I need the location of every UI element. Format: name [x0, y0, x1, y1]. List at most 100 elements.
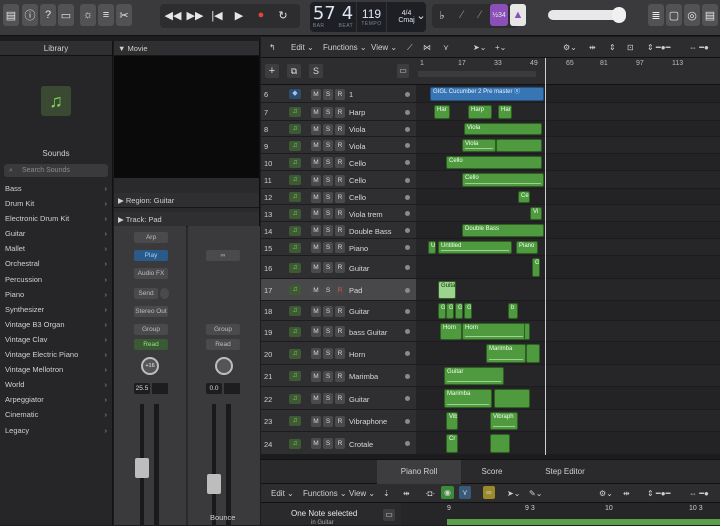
mute-button[interactable]: M [311, 393, 321, 404]
flex-icon[interactable]: ⋈ [423, 41, 431, 54]
track-lane[interactable] [416, 256, 720, 279]
pr-region-bar[interactable] [447, 519, 720, 525]
inspector-button[interactable]: ⓘ [22, 4, 38, 26]
track-lane[interactable] [416, 342, 720, 365]
track-header[interactable]: 17 ♫ M S R Pad [261, 279, 416, 301]
track-lane[interactable] [416, 410, 720, 432]
record-enable-button[interactable]: R [335, 393, 345, 404]
tab-step-editor[interactable]: Step Editor [523, 460, 607, 484]
record-enable-button[interactable]: R [335, 157, 345, 168]
track-name[interactable]: Viola [349, 142, 366, 151]
track-header[interactable]: 6 ◆ M S R 1 [261, 85, 416, 103]
track-header[interactable]: 9 ♫ M S R Viola [261, 137, 416, 154]
record-button[interactable]: ● [250, 4, 272, 26]
region[interactable]: Vibraph [490, 412, 518, 430]
crosshair-tool-icon[interactable]: +⌄ [495, 41, 506, 54]
group-slot[interactable]: Group [134, 324, 168, 335]
track-options-icon[interactable]: ▭ [397, 64, 409, 78]
movie-header[interactable]: ▼ Movie [114, 41, 259, 56]
quick-help-button[interactable]: ? [40, 4, 56, 26]
record-enable-button[interactable]: R [335, 262, 345, 273]
library-item[interactable]: Drum Kit › [0, 196, 112, 211]
play-button[interactable]: ▶ [228, 4, 250, 26]
mute-button[interactable]: M [311, 106, 321, 118]
track-header[interactable]: 12 ♫ M S R Cello [261, 189, 416, 205]
track-lane[interactable] [416, 432, 720, 455]
library-item[interactable]: Electronic Drum Kit › [0, 211, 112, 226]
region[interactable]: G [438, 303, 446, 319]
region[interactable]: Horn [440, 323, 462, 340]
region[interactable]: G [455, 303, 463, 319]
track-header[interactable]: 8 ♫ M S R Viola [261, 121, 416, 137]
mute-button[interactable]: M [311, 88, 321, 100]
edit-menu[interactable]: Edit ⌄ [291, 41, 314, 54]
mute-button[interactable]: M [311, 262, 321, 273]
mute-button[interactable]: M [311, 326, 321, 337]
solo-button[interactable]: S [323, 123, 333, 135]
midi-out-icon[interactable]: ◉ [441, 486, 454, 499]
playhead[interactable] [545, 58, 546, 455]
record-enable-button[interactable]: R [335, 140, 345, 151]
solo-button[interactable]: S [323, 284, 333, 296]
vertical-zoom-slider[interactable]: ⇕ ━●━ [647, 41, 670, 54]
vertical-zoom-icon[interactable]: ⇕ [609, 41, 616, 54]
mute-button[interactable]: M [311, 157, 321, 168]
region[interactable] [490, 434, 510, 453]
pr-waveform-icon[interactable]: ⇹ [623, 487, 630, 500]
region[interactable]: GIGL Cucumber 2 Pre master ⓞ [430, 87, 544, 101]
key-icon[interactable]: ♭ [434, 4, 450, 26]
solo-button[interactable]: S [323, 174, 333, 186]
track-header[interactable]: 21 ♫ M S R Marimba [261, 365, 416, 387]
go-to-start-button[interactable]: |◀ [206, 4, 228, 26]
track-name[interactable]: bass Guitar [349, 328, 387, 337]
add-track-button[interactable]: + [265, 64, 279, 78]
library-item[interactable]: Vintage B3 Organ › [0, 317, 112, 332]
library-item[interactable]: Synthesizer › [0, 302, 112, 317]
track-name[interactable]: Double Bass [349, 227, 392, 236]
timeline-ruler[interactable]: 1 17 33 49 65 81 97 113 [416, 58, 720, 85]
record-enable-button[interactable]: R [335, 208, 345, 219]
solo-button[interactable]: S [323, 348, 333, 359]
track-header[interactable]: 16 ♫ M S R Guitar [261, 256, 416, 279]
record-enable-button[interactable]: R [335, 106, 345, 118]
region[interactable]: Marimba [486, 344, 526, 363]
library-item[interactable]: Guitar › [0, 226, 112, 241]
functions-menu[interactable]: Functions ⌄ [323, 41, 367, 54]
link-icon[interactable]: ∞ [483, 486, 495, 499]
loop-browser-icon[interactable]: ◎ [684, 4, 700, 26]
tab-score[interactable]: Score [461, 460, 523, 484]
forward-button[interactable]: ▶▶ [184, 4, 206, 26]
pan-knob-right[interactable] [215, 357, 233, 375]
marquee-icon[interactable]: ⊡ [627, 41, 634, 54]
track-name[interactable]: Guitar [349, 395, 369, 404]
group-slot-right[interactable]: Group [206, 324, 240, 335]
track-name[interactable]: Cello [349, 176, 366, 185]
library-item[interactable]: Vintage Electric Piano › [0, 347, 112, 362]
send-slot[interactable]: Send [134, 288, 158, 299]
library-item[interactable]: Vintage Mellotron › [0, 362, 112, 377]
solo-button[interactable]: S [323, 305, 333, 317]
track-lane[interactable] [416, 279, 720, 301]
back-icon[interactable]: ↰ [269, 41, 276, 54]
track-lane[interactable] [416, 103, 720, 121]
editors-scissors-icon[interactable]: ✂ [116, 4, 132, 26]
track-header[interactable]: 10 ♫ M S R Cello [261, 154, 416, 171]
region[interactable]: Horn [462, 323, 526, 340]
track-header[interactable]: 7 ♫ M S R Harp [261, 103, 416, 121]
solo-button[interactable]: S [323, 106, 333, 118]
tracks-area[interactable]: GIGL Cucumber 2 Pre master ⓞ Har Harp Har Vi… [416, 85, 720, 455]
track-header[interactable]: ▶ Track: Pad [114, 212, 259, 227]
track-header[interactable]: 23 ♫ M S R Vibraphone [261, 410, 416, 432]
library-item[interactable]: Mallet › [0, 241, 112, 256]
region[interactable]: Guita [438, 281, 456, 299]
cycle-region[interactable] [418, 71, 536, 77]
track-name[interactable]: Crotale [349, 440, 373, 449]
library-item[interactable]: Orchestral › [0, 256, 112, 271]
pr-gear-icon[interactable]: ⚙⌄ [599, 487, 613, 500]
automation-icon[interactable]: ⟋ [407, 41, 413, 54]
region[interactable]: Cello [462, 173, 544, 187]
audio-fx-slot[interactable]: Audio FX [134, 268, 168, 279]
mute-button[interactable]: M [311, 415, 321, 427]
toolbar-button[interactable]: ▭ [58, 4, 74, 26]
record-enable-button[interactable]: R [335, 415, 345, 427]
